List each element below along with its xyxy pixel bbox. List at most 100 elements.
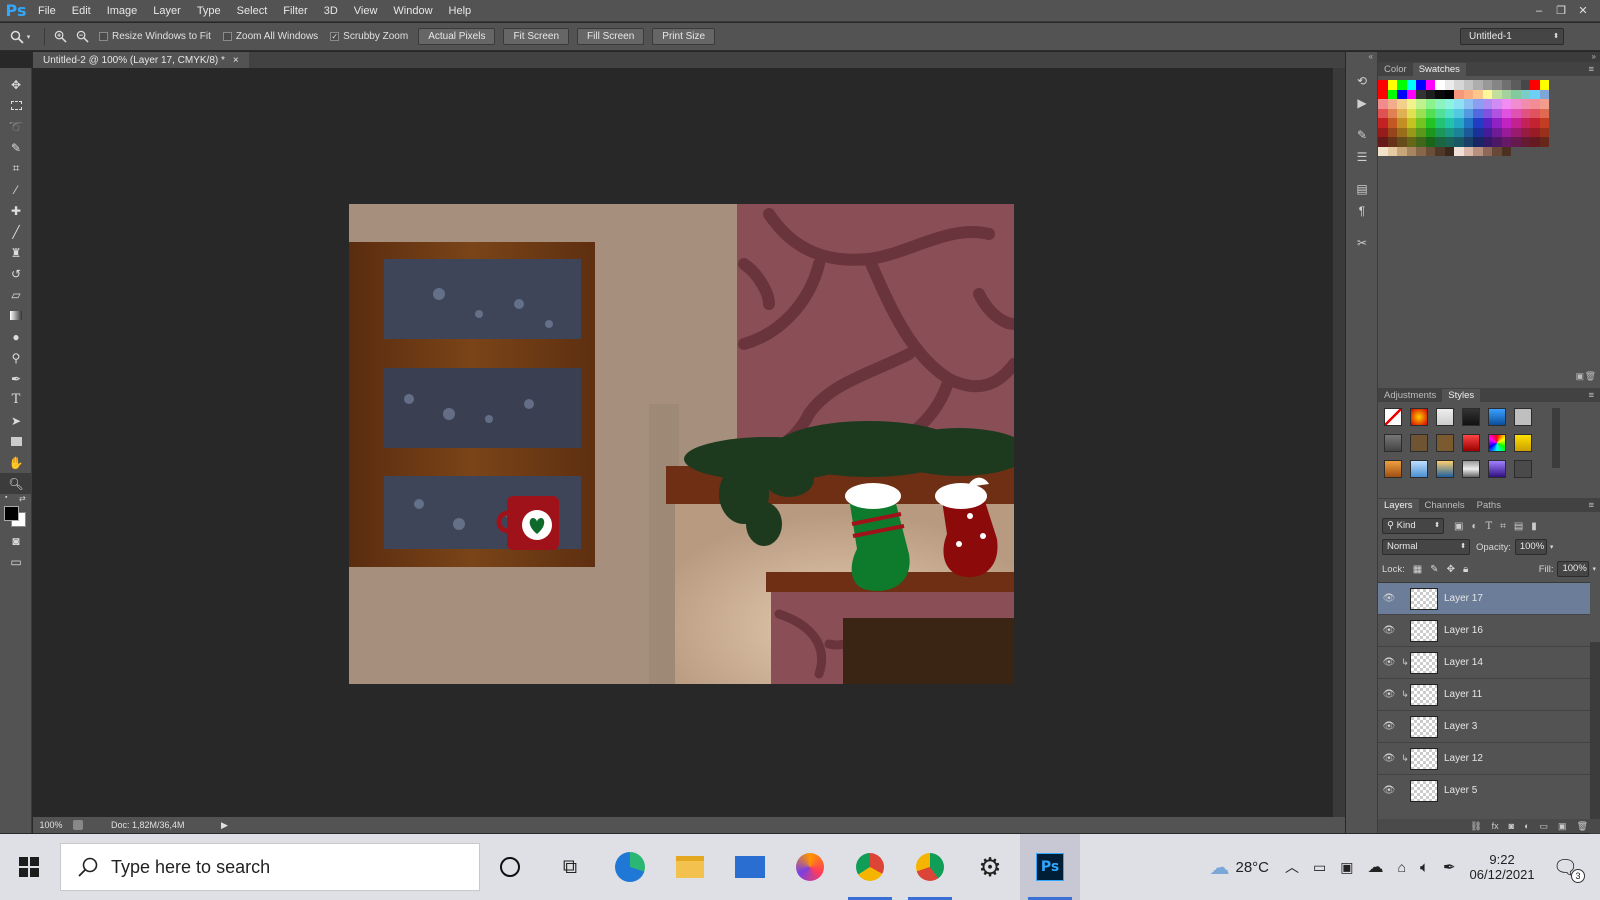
color-swatch[interactable] [1463,127,1473,137]
file-explorer-app[interactable] [660,834,720,900]
layer-style-preset[interactable] [1384,460,1402,478]
layer-style-preset[interactable] [1514,434,1532,452]
color-swatch[interactable] [1520,127,1530,137]
tool-presets-icon[interactable]: ✂ [1346,232,1378,254]
menu-edit[interactable]: Edit [64,0,99,22]
history-panel-icon[interactable]: ⟲ [1346,70,1378,92]
tab-channels[interactable]: Channels [1419,499,1471,512]
color-swatch[interactable] [1530,89,1540,99]
color-swatch[interactable] [1406,127,1416,137]
eye-icon[interactable]: 👁︎ [1378,753,1400,764]
layer-style-preset[interactable] [1410,408,1428,426]
color-swatch[interactable] [1378,118,1388,128]
collapse-panels-icon[interactable]: » [1378,52,1600,62]
color-swatch[interactable] [1482,108,1492,118]
dodge-tool[interactable]: ⚲ [0,347,32,368]
color-swatch[interactable] [1387,118,1397,128]
zoom-all-windows-checkbox[interactable]: Zoom All Windows [222,31,318,42]
chevron-down-icon[interactable]: ▾ [1550,543,1554,551]
network-icon[interactable]: ⌂ [1397,859,1405,875]
layer-row[interactable]: 👁︎ Layer 5 [1378,775,1590,804]
styles-scrollbar[interactable] [1552,408,1560,468]
color-swatch[interactable] [1501,127,1511,137]
color-swatch[interactable] [1444,99,1454,109]
color-swatch[interactable] [1416,80,1426,90]
pen-tool[interactable]: ✒ [0,368,32,389]
color-swatch[interactable] [1387,80,1397,90]
paragraph-panel-icon[interactable]: ¶ [1346,200,1378,222]
layer-style-preset[interactable] [1514,460,1532,478]
color-swatch[interactable] [1406,80,1416,90]
color-swatch[interactable] [1492,127,1502,137]
color-swatch[interactable] [1378,80,1388,90]
cortana-button[interactable] [480,834,540,900]
color-swatch[interactable] [1397,108,1407,118]
color-swatch[interactable] [1444,137,1454,147]
color-swatch[interactable] [1406,108,1416,118]
status-menu-arrow-icon[interactable]: ▶ [221,820,228,831]
new-group-icon[interactable]: ▭ [1540,821,1549,832]
eye-icon[interactable]: 👁︎ [1378,625,1400,636]
color-swatch[interactable] [1530,127,1540,137]
layer-style-preset[interactable] [1514,408,1532,426]
color-swatch[interactable] [1482,118,1492,128]
menu-layer[interactable]: Layer [145,0,189,22]
color-swatch[interactable] [1416,127,1426,137]
color-swatch[interactable] [1463,137,1473,147]
gradient-tool[interactable] [0,305,32,326]
color-swatch[interactable] [1397,99,1407,109]
color-swatch[interactable] [1387,89,1397,99]
link-layers-icon[interactable]: ⛓ [1470,821,1481,832]
color-swatch[interactable] [1482,127,1492,137]
filter-adjustment-icon[interactable]: ◐ [1471,521,1477,532]
color-swatch[interactable] [1511,80,1521,90]
color-swatch[interactable] [1444,146,1454,156]
eraser-tool[interactable]: ▱ [0,284,32,305]
layer-style-preset[interactable] [1436,408,1454,426]
battery-icon[interactable]: ▭ [1313,859,1326,876]
print-size-button[interactable]: Print Size [652,28,716,45]
new-swatch-icon[interactable]: ▣ [1575,371,1584,382]
filter-shape-icon[interactable]: ⌗ [1500,521,1506,532]
color-swatch[interactable] [1378,89,1388,99]
chevron-down-icon[interactable]: ▾ [1592,565,1596,573]
color-swatch[interactable] [1406,146,1416,156]
blend-mode-select[interactable]: Normal ⬍ [1382,539,1470,555]
chrome-profile-app[interactable] [900,834,960,900]
color-swatch[interactable] [1454,137,1464,147]
color-swatch[interactable] [1520,118,1530,128]
color-swatch[interactable] [1416,137,1426,147]
color-swatch[interactable] [1425,118,1435,128]
color-swatch[interactable] [1501,99,1511,109]
tab-adjustments[interactable]: Adjustments [1378,389,1442,402]
zoom-in-button[interactable] [49,30,71,43]
layer-style-preset[interactable] [1410,460,1428,478]
color-swatch[interactable] [1387,99,1397,109]
layer-row[interactable]: 👁︎ Layer 3 [1378,711,1590,743]
menu-type[interactable]: Type [189,0,229,22]
color-swatch[interactable] [1501,146,1511,156]
menu-3d[interactable]: 3D [316,0,346,22]
filter-toggle-icon[interactable]: ▮ [1531,521,1537,532]
workspace-document-select[interactable]: Untitled-1 ⬍ [1460,28,1564,45]
color-swatch[interactable] [1511,127,1521,137]
color-swatch[interactable] [1473,146,1483,156]
filter-type-icon[interactable]: T [1486,521,1493,532]
layer-style-preset[interactable] [1462,408,1480,426]
panel-menu-icon[interactable]: ≡ [1582,63,1600,76]
color-swatch[interactable] [1435,99,1445,109]
layer-style-preset[interactable] [1384,434,1402,452]
color-swatch[interactable] [1473,89,1483,99]
tab-paths[interactable]: Paths [1471,499,1507,512]
color-swatch[interactable] [1406,89,1416,99]
color-swatch[interactable] [1444,108,1454,118]
color-swatch[interactable] [1425,127,1435,137]
color-swatch[interactable] [1435,89,1445,99]
color-swatch[interactable] [1539,99,1549,109]
marquee-tool[interactable] [0,95,32,116]
color-swatch[interactable] [1454,99,1464,109]
chrome-app[interactable] [840,834,900,900]
photoshop-app[interactable]: Ps [1020,834,1080,900]
color-swatch[interactable] [1473,118,1483,128]
lock-transparent-icon[interactable]: ▦ [1413,564,1422,575]
